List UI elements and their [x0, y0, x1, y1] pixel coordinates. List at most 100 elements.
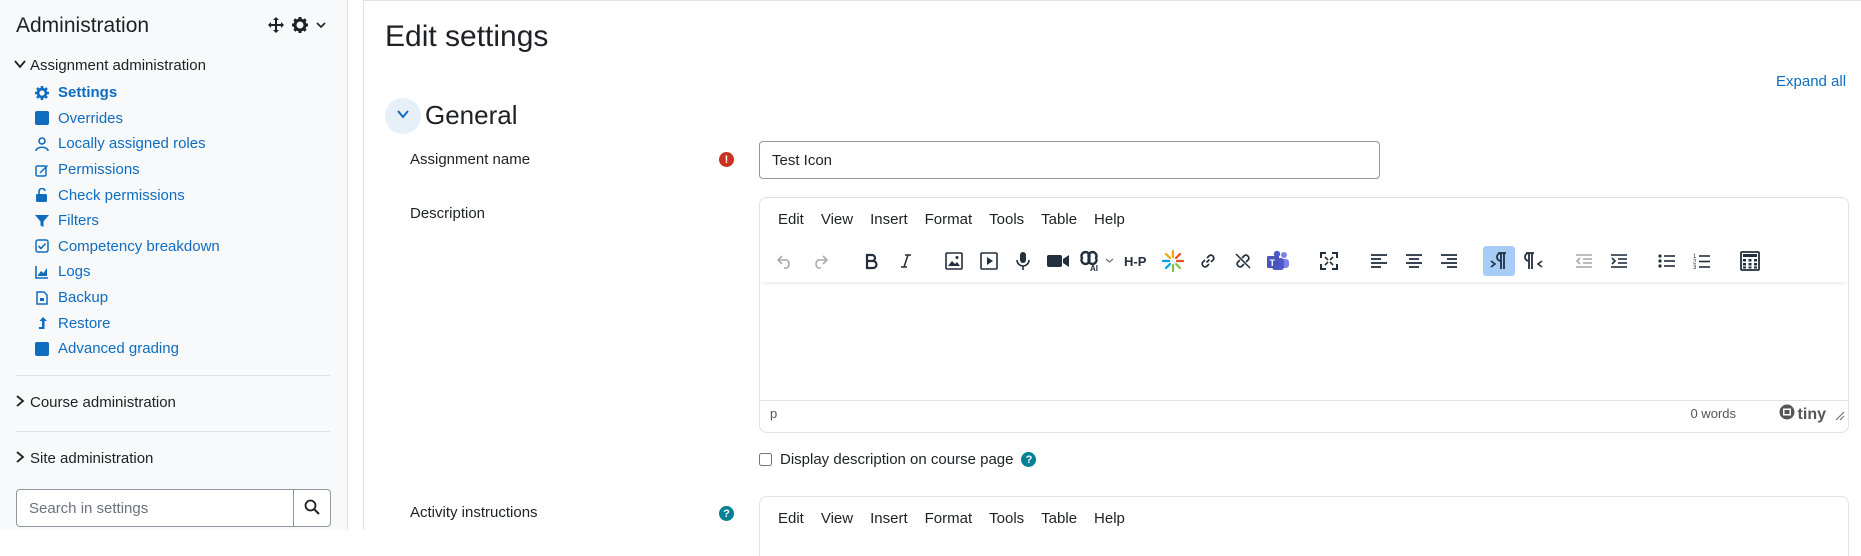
menu-table[interactable]: Table [1033, 504, 1086, 532]
indent-icon [1610, 253, 1628, 269]
content-border [363, 0, 364, 530]
menu-help[interactable]: Help [1086, 205, 1134, 233]
rtl-button[interactable] [1518, 246, 1550, 276]
bullet-list-icon [1658, 253, 1676, 269]
help-icon: ? [1021, 452, 1037, 467]
sidebar-item-overrides[interactable]: Overrides [34, 106, 220, 132]
menu-view[interactable]: View [813, 205, 862, 233]
menu-insert[interactable]: Insert [862, 504, 917, 532]
assignment-administration-label: Assignment administration [30, 57, 206, 74]
display-description-checkbox[interactable] [759, 453, 772, 466]
sparkle-button[interactable] [1157, 246, 1189, 276]
media-button[interactable] [973, 246, 1005, 276]
menu-insert[interactable]: Insert [862, 205, 917, 233]
h5p-button[interactable]: H-P [1121, 246, 1153, 276]
menu-tools[interactable]: Tools [981, 205, 1033, 233]
outdent-button[interactable] [1568, 246, 1600, 276]
menu-view[interactable]: View [813, 504, 862, 532]
menu-help[interactable]: Help [1086, 504, 1134, 532]
ltr-button[interactable] [1483, 246, 1515, 276]
ai-tools-button[interactable]: AI [1075, 246, 1119, 276]
align-center-button[interactable] [1398, 246, 1430, 276]
expand-all-link[interactable]: Expand all [1776, 73, 1846, 90]
chevron-down-icon[interactable] [316, 20, 326, 30]
menu-edit[interactable]: Edit [770, 205, 813, 233]
chart-icon [34, 264, 50, 280]
editor-statusbar: p 0 words tiny [760, 400, 1848, 426]
menu-table[interactable]: Table [1033, 205, 1086, 233]
sidebar-item-permissions[interactable]: Permissions [34, 157, 220, 183]
section-collapse-button[interactable] [385, 98, 421, 134]
calculator-icon [1740, 251, 1760, 271]
help-icon[interactable]: ? [719, 506, 734, 521]
chevron-right-icon [14, 394, 26, 411]
calculator-button[interactable] [1734, 246, 1766, 276]
redo-button[interactable] [804, 246, 836, 276]
sidebar-item-filters[interactable]: Filters [34, 208, 220, 234]
svg-text:H-P: H-P [1124, 254, 1147, 269]
video-camera-icon [1046, 252, 1070, 270]
move-icon[interactable] [268, 17, 284, 33]
svg-text:T: T [1270, 258, 1276, 268]
undo-icon [776, 252, 794, 270]
menu-tools[interactable]: Tools [981, 504, 1033, 532]
search-button[interactable] [293, 490, 330, 526]
sidebar-item-label: Locally assigned roles [58, 135, 206, 153]
gear-icon[interactable] [292, 17, 308, 33]
unlink-button[interactable] [1227, 246, 1259, 276]
course-administration-toggle[interactable]: Course administration [14, 394, 176, 411]
user-icon [34, 136, 50, 152]
menu-format[interactable]: Format [917, 504, 982, 532]
element-path[interactable]: p [770, 406, 777, 421]
description-editor: Edit View Insert Format Tools Table Help [759, 197, 1849, 433]
sidebar-item-restore[interactable]: Restore [34, 310, 220, 336]
required-icon: ! [719, 152, 734, 167]
search-input[interactable] [17, 490, 293, 526]
word-count[interactable]: 0 words [1690, 406, 1736, 421]
italic-button[interactable] [890, 246, 922, 276]
help-button[interactable]: ? [1021, 452, 1037, 467]
fullscreen-button[interactable] [1313, 246, 1345, 276]
sidebar-item-logs[interactable]: Logs [34, 259, 220, 285]
description-content-area[interactable] [760, 282, 1848, 400]
redo-icon [811, 252, 829, 270]
sidebar-item-backup[interactable]: Backup [34, 285, 220, 311]
assignment-admin-list: Settings Overrides Locally assigned role… [34, 80, 220, 362]
media-icon [979, 251, 999, 271]
section-title-general: General [425, 100, 518, 130]
record-video-button[interactable] [1042, 246, 1074, 276]
align-left-icon [1370, 253, 1388, 269]
tiny-brand-text: tiny [1797, 405, 1826, 423]
bullet-list-button[interactable] [1651, 246, 1683, 276]
image-button[interactable] [938, 246, 970, 276]
align-right-button[interactable] [1433, 246, 1465, 276]
unlink-icon [1233, 251, 1253, 271]
editor-toolbar: AI H-P T 1 2 3 [760, 240, 1848, 282]
link-button[interactable] [1192, 246, 1224, 276]
assignment-name-input[interactable] [759, 141, 1380, 179]
indent-button[interactable] [1603, 246, 1635, 276]
resize-handle-icon[interactable] [1835, 409, 1845, 424]
record-audio-button[interactable] [1007, 246, 1039, 276]
align-left-button[interactable] [1363, 246, 1395, 276]
sidebar-item-locally-assigned-roles[interactable]: Locally assigned roles [34, 131, 220, 157]
sidebar-item-label: Permissions [58, 161, 140, 179]
chevron-down-icon [395, 106, 411, 127]
sidebar-item-check-permissions[interactable]: Check permissions [34, 182, 220, 208]
sidebar-item-advanced-grading[interactable]: Advanced grading [34, 336, 220, 362]
sidebar-item-settings[interactable]: Settings [34, 80, 220, 106]
link-icon [1198, 251, 1218, 271]
menu-edit[interactable]: Edit [770, 504, 813, 532]
tiny-logo[interactable]: tiny [1779, 404, 1826, 425]
bold-button[interactable] [855, 246, 887, 276]
assignment-administration-toggle[interactable]: Assignment administration [14, 57, 206, 74]
sidebar-item-competency-breakdown[interactable]: Competency breakdown [34, 234, 220, 260]
undo-button[interactable] [769, 246, 801, 276]
edit-icon [34, 162, 50, 178]
menu-format[interactable]: Format [917, 205, 982, 233]
site-administration-toggle[interactable]: Site administration [14, 450, 153, 467]
square-icon [34, 341, 50, 357]
editor-menubar: Edit View Insert Format Tools Table Help [760, 198, 1848, 240]
teams-button[interactable]: T [1262, 246, 1294, 276]
numbered-list-button[interactable]: 123 [1686, 246, 1718, 276]
